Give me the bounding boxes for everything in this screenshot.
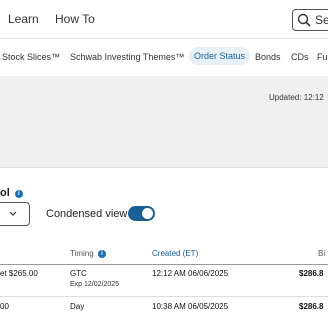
header-timing-label: Timing (70, 249, 94, 258)
search-button[interactable]: Se (292, 9, 328, 31)
order-expiration: Exp 12/02/2025 (70, 281, 120, 288)
chevron-down-icon (9, 211, 17, 216)
subnav-bonds[interactable]: Bonds (255, 52, 281, 62)
nav-learn[interactable]: Learn (8, 12, 39, 26)
order-timing: GTC (70, 269, 87, 278)
table-row: et $265.00 GTC Exp 12/02/2025 12:12 AM 0… (0, 265, 328, 297)
header-bid[interactable]: Bi (318, 249, 325, 258)
top-bar: Learn How To Se (0, 0, 328, 38)
order-price: 00 (0, 302, 9, 311)
order-created: 10:38 AM 06/05/2025 (152, 302, 229, 311)
subnav-stock-slices[interactable]: Stock Slices™ (2, 52, 60, 62)
search-label: Se (315, 13, 328, 27)
symbol-filter-label: ol i (0, 187, 23, 199)
info-icon[interactable]: i (14, 190, 23, 198)
subnav-more[interactable]: Fu (317, 52, 328, 62)
subnav-cds[interactable]: CDs (291, 52, 309, 62)
condensed-view-toggle[interactable] (128, 206, 155, 221)
sub-navigation: Stock Slices™ Schwab Investing Themes™ O… (0, 38, 328, 76)
symbol-select[interactable] (0, 202, 30, 226)
toggle-knob (142, 208, 153, 219)
updated-timestamp: Updated: 12:12 (269, 93, 324, 102)
orders-table-header: Timing i Created (ET) Bi (0, 243, 328, 265)
condensed-view-label: Condensed view (46, 208, 128, 220)
order-timing: Day (70, 302, 85, 311)
subnav-investing-themes[interactable]: Schwab Investing Themes™ (70, 52, 184, 62)
header-created[interactable]: Created (ET) (152, 249, 198, 258)
symbol-filter-label-text: ol (0, 187, 10, 199)
subnav-order-status[interactable]: Order Status (189, 47, 251, 65)
status-banner: Updated: 12:12 (0, 76, 328, 168)
header-timing[interactable]: Timing i (70, 249, 106, 258)
order-price: et $265.00 (0, 269, 38, 278)
timing-info-icon[interactable]: i (97, 250, 106, 258)
nav-how-to[interactable]: How To (55, 12, 95, 26)
order-bid: $286.8 (299, 269, 324, 278)
order-bid: $286.8 (299, 302, 324, 311)
table-row: 00 Day 10:38 AM 06/05/2025 $286.8 (0, 297, 328, 320)
order-created: 12:12 AM 06/06/2025 (152, 269, 229, 278)
search-icon (297, 13, 311, 27)
